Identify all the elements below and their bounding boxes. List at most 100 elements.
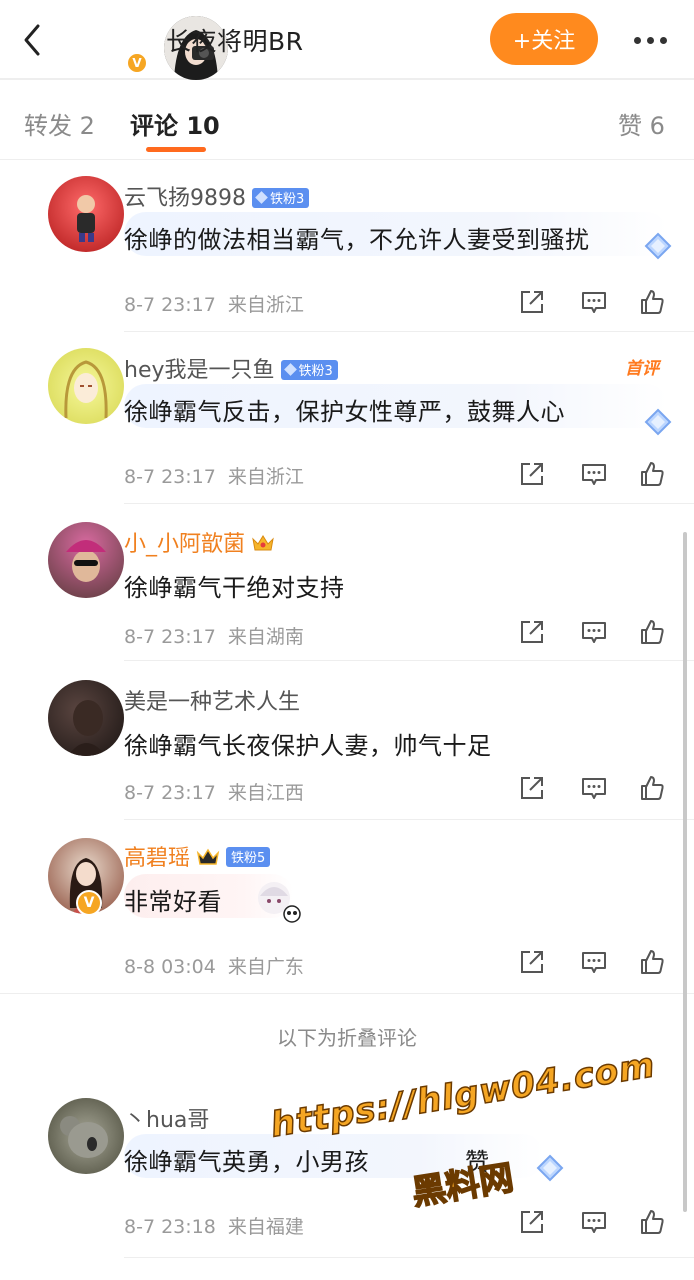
share-icon[interactable]: [518, 774, 546, 802]
fan-badge-label: 铁粉3: [270, 192, 305, 207]
comment-meta: 8-7 23:17 来自湖南: [124, 622, 304, 649]
share-icon[interactable]: [518, 948, 546, 976]
comment-time: 8-7 23:17: [124, 294, 216, 316]
comment-reply-icon[interactable]: [580, 1208, 608, 1236]
comment-location: 来自浙江: [227, 294, 304, 316]
sparkle-diamond-icon: [536, 1154, 564, 1182]
back-button[interactable]: [14, 18, 50, 62]
comment-actions: [518, 1208, 678, 1238]
comment-meta: 8-7 23:18 来自福建: [124, 1212, 304, 1239]
scrollbar[interactable]: [683, 532, 687, 1212]
commenter-name-text: 高碧瑶: [124, 846, 191, 871]
comment-actions: [518, 774, 678, 804]
comment-reply-icon[interactable]: [580, 618, 608, 646]
share-icon[interactable]: [518, 288, 546, 316]
section-divider: [0, 993, 694, 994]
commenter-name-text: 小_小阿歆菌: [124, 532, 246, 557]
top-bar: V 长夜将明BR +关注: [0, 0, 694, 80]
more-dot-icon: [646, 36, 654, 44]
comment-item: 云飞扬9898 铁粉3 徐峥的做法相当霸气，不允许人妻受到骚扰 8-7 23:17…: [0, 160, 694, 332]
commenter-avatar[interactable]: [24, 176, 124, 252]
comment-item: V 高碧瑶 铁粉5 非常好看 8-8 03:04 来自广东: [0, 820, 694, 994]
avatar-photo-icon: [66, 540, 106, 582]
first-comment-tag: 首评: [625, 359, 659, 379]
comment-location: 来自江西: [227, 782, 304, 804]
comment-location: 来自湖南: [227, 626, 304, 648]
diamond-icon: [283, 363, 297, 376]
comment-text[interactable]: 徐峥霸气长夜保护人妻，帅气十足: [124, 726, 492, 761]
fan-badge-label: 铁粉5: [231, 851, 266, 866]
tab-likes[interactable]: 赞 6: [618, 106, 665, 141]
tab-reposts[interactable]: 转发 2: [24, 106, 95, 141]
comment-time: 8-8 03:04: [124, 956, 216, 978]
commenter-name[interactable]: hey我是一只鱼 铁粉3: [124, 352, 338, 384]
sparkle-diamond-icon: [644, 408, 672, 436]
comment-text[interactable]: 非常好看: [124, 882, 222, 917]
commenter-name[interactable]: 丶hua哥: [124, 1102, 209, 1134]
avatar-koala-icon: [60, 1116, 108, 1158]
commenter-name[interactable]: 美是一种艺术人生: [124, 684, 300, 716]
share-icon[interactable]: [518, 460, 546, 488]
comment-text[interactable]: 徐峥霸气干绝对支持: [124, 568, 345, 603]
thumbs-up-icon[interactable]: [638, 288, 666, 316]
commenter-name[interactable]: 高碧瑶 铁粉5: [124, 840, 271, 872]
comment-time: 8-7 23:17: [124, 782, 216, 804]
thumbs-up-icon[interactable]: [638, 1208, 666, 1236]
commenter-name[interactable]: 云飞扬9898 铁粉3: [124, 180, 310, 212]
comment-reply-icon[interactable]: [580, 460, 608, 488]
comment-text-main: 徐峥霸气英勇，小男孩: [124, 1148, 369, 1176]
thumbs-up-icon[interactable]: [638, 774, 666, 802]
thumbs-up-icon[interactable]: [638, 618, 666, 646]
active-tab-indicator: [146, 147, 206, 152]
fan-level-badge: 铁粉3: [280, 359, 338, 380]
commenter-avatar[interactable]: [24, 348, 124, 424]
thumbs-up-icon[interactable]: [638, 460, 666, 488]
comment-meta: 8-7 23:17 来自浙江: [124, 290, 304, 317]
comment-text[interactable]: 徐峥的做法相当霸气，不允许人妻受到骚扰: [124, 220, 590, 255]
comment-time: 8-7 23:17: [124, 626, 216, 648]
commenter-avatar[interactable]: [24, 522, 124, 598]
verified-badge: V: [76, 890, 102, 916]
more-options-button[interactable]: [626, 22, 674, 58]
commenter-avatar[interactable]: V: [24, 838, 124, 916]
comment-divider: [124, 1257, 694, 1258]
comment-meta: 8-7 23:17 来自浙江: [124, 462, 304, 489]
comment-actions: [518, 618, 678, 648]
more-dot-icon: [633, 36, 641, 44]
avatar-photo-icon: [68, 700, 106, 756]
vip-crown-icon: [196, 848, 220, 865]
more-dot-icon: [659, 36, 667, 44]
comment-time: 8-7 23:18: [124, 1216, 216, 1238]
commenter-name[interactable]: 小_小阿歆菌: [124, 526, 275, 558]
vip-crown-icon: [252, 535, 274, 551]
anime-sticker-icon: [258, 882, 301, 923]
commenter-name-text: hey我是一只鱼: [124, 358, 275, 383]
thumbs-up-icon[interactable]: [638, 948, 666, 976]
author-name[interactable]: 长夜将明BR: [166, 22, 304, 58]
fan-level-badge: 铁粉3: [252, 187, 310, 208]
share-icon[interactable]: [518, 618, 546, 646]
tab-comments[interactable]: 评论 10: [130, 106, 220, 141]
avatar-illustration-icon: [64, 360, 108, 419]
comment-reply-icon[interactable]: [580, 774, 608, 802]
comment-reply-icon[interactable]: [580, 288, 608, 316]
comment-text[interactable]: 徐峥霸气反击，保护女性尊严，鼓舞人心: [124, 392, 565, 427]
share-icon[interactable]: [518, 1208, 546, 1236]
comment-reply-icon[interactable]: [580, 948, 608, 976]
author-avatar[interactable]: V: [82, 8, 228, 80]
commenter-name-text: 云飞扬9898: [124, 186, 246, 211]
commenter-avatar[interactable]: [24, 1098, 124, 1174]
comment-location: 来自浙江: [227, 466, 304, 488]
avatar-figure-icon: [77, 195, 95, 242]
comment-location: 来自广东: [227, 956, 304, 978]
follow-button[interactable]: +关注: [490, 13, 598, 65]
comment-actions: [518, 460, 678, 490]
commenter-avatar[interactable]: [24, 680, 124, 756]
comment-actions: [518, 948, 678, 978]
comment-location: 来自福建: [227, 1216, 304, 1238]
fan-level-badge: 铁粉5: [226, 846, 271, 867]
comment-item: hey我是一只鱼 铁粉3 徐峥霸气反击，保护女性尊严，鼓舞人心 8-7 23:17…: [0, 332, 694, 504]
folded-comments-label[interactable]: 以下为折叠评论: [0, 1022, 694, 1051]
comment-time: 8-7 23:17: [124, 466, 216, 488]
tab-bar: 转发 2 评论 10 赞 6: [0, 80, 694, 160]
